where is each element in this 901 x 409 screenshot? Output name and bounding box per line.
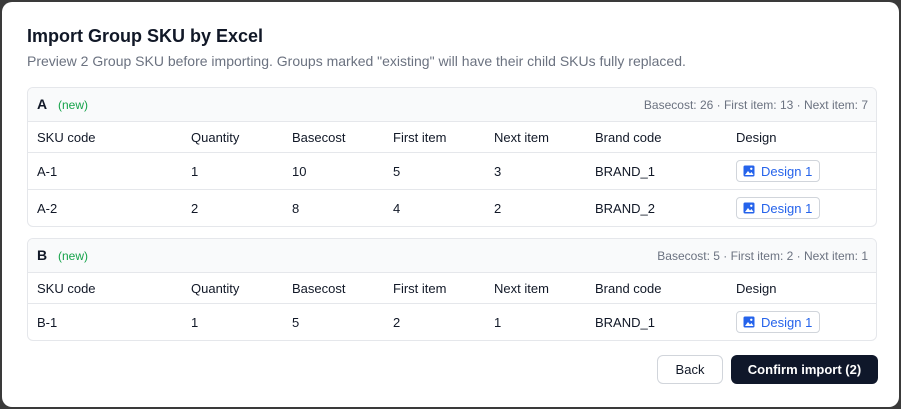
group-summary: Basecost: 5 · First item: 2 · Next item:… (657, 249, 868, 263)
basecost-cell: 8 (292, 200, 300, 216)
group-header: A (new) Basecost: 26 · First item: 13 · … (28, 88, 876, 122)
design-link-button[interactable]: Design 1 (736, 197, 821, 219)
first-item-cell: 5 (393, 163, 401, 179)
column-header-brand-code: Brand code (595, 280, 662, 296)
column-header-sku-code: SKU code (37, 129, 96, 145)
table-row: B-1 1 5 2 1 BRAND_1 Design 1 (28, 304, 876, 340)
group-header: B (new) Basecost: 5 · First item: 2 · Ne… (28, 239, 876, 273)
column-header-next-item: Next item (494, 129, 549, 145)
column-header-quantity: Quantity (191, 280, 240, 296)
group-status-tag: (new) (58, 249, 89, 263)
first-item-cell: 2 (393, 314, 401, 330)
table-header-row: SKU code Quantity Basecost First item Ne… (28, 273, 876, 304)
column-header-basecost: Basecost (292, 129, 346, 145)
design-link-label: Design 1 (761, 163, 813, 179)
group-status-tag: (new) (58, 98, 89, 112)
design-link-button[interactable]: Design 1 (736, 311, 821, 333)
quantity-cell: 1 (191, 314, 199, 330)
table-header-row: SKU code Quantity Basecost First item Ne… (28, 122, 876, 153)
design-link-label: Design 1 (761, 314, 813, 330)
column-header-first-item: First item (393, 129, 447, 145)
column-header-quantity: Quantity (191, 129, 240, 145)
group-card-b: B (new) Basecost: 5 · First item: 2 · Ne… (27, 238, 877, 341)
group-card-a: A (new) Basecost: 26 · First item: 13 · … (27, 87, 877, 227)
design-cell: Design 1 (736, 190, 821, 226)
basecost-cell: 10 (292, 163, 307, 179)
column-header-design: Design (736, 280, 777, 296)
sku-code-cell: A-2 (37, 200, 58, 216)
confirm-import-button[interactable]: Confirm import (2) (731, 355, 878, 384)
column-header-basecost: Basecost (292, 280, 346, 296)
design-link-label: Design 1 (761, 200, 813, 216)
image-icon (743, 202, 755, 214)
import-dialog: Import Group SKU by Excel Preview 2 Grou… (2, 2, 899, 407)
image-icon (743, 316, 755, 328)
sku-code-cell: A-1 (37, 163, 58, 179)
design-cell: Design 1 (736, 153, 821, 189)
dialog-subtitle: Preview 2 Group SKU before importing. Gr… (27, 53, 686, 69)
quantity-cell: 1 (191, 163, 199, 179)
image-icon (743, 165, 755, 177)
basecost-cell: 5 (292, 314, 300, 330)
column-header-design: Design (736, 129, 777, 145)
back-button[interactable]: Back (657, 355, 723, 384)
first-item-cell: 4 (393, 200, 401, 216)
dialog-title: Import Group SKU by Excel (27, 26, 264, 46)
sku-code-cell: B-1 (37, 314, 58, 330)
quantity-cell: 2 (191, 200, 199, 216)
group-summary: Basecost: 26 · First item: 13 · Next ite… (643, 98, 868, 112)
next-item-cell: 1 (494, 314, 502, 330)
column-header-first-item: First item (393, 280, 447, 296)
next-item-cell: 3 (494, 163, 502, 179)
table-row: A-2 2 8 4 2 BRAND_2 Design 1 (28, 190, 876, 226)
brand-code-cell: BRAND_2 (595, 200, 655, 216)
design-cell: Design 1 (736, 304, 821, 340)
column-header-sku-code: SKU code (37, 280, 96, 296)
column-header-next-item: Next item (494, 280, 549, 296)
next-item-cell: 2 (494, 200, 502, 216)
brand-code-cell: BRAND_1 (595, 163, 655, 179)
group-name: B (37, 247, 48, 263)
brand-code-cell: BRAND_1 (595, 314, 655, 330)
table-row: A-1 1 10 5 3 BRAND_1 Design 1 (28, 153, 876, 190)
group-name: A (37, 96, 48, 112)
design-link-button[interactable]: Design 1 (736, 160, 821, 182)
column-header-brand-code: Brand code (595, 129, 662, 145)
